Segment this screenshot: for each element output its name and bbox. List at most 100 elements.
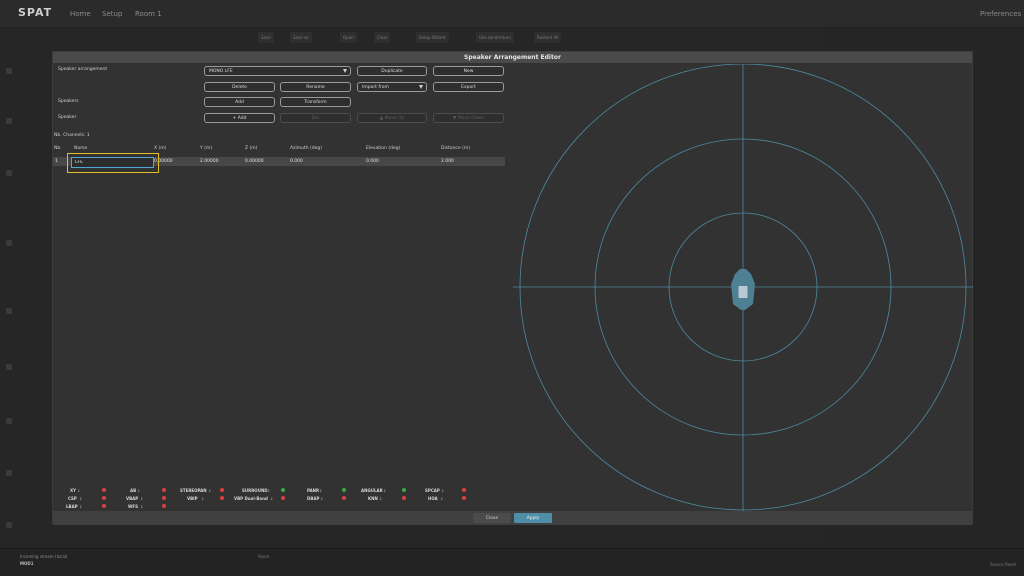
status-label-stereopan: STEREOPAN (180, 488, 207, 493)
delete-button[interactable]: Delete (204, 82, 275, 92)
status-dot-vbap (162, 496, 166, 500)
import-from-select[interactable]: Import from (357, 82, 427, 92)
nb-channels-label: Nb. Channels: 1 (54, 133, 90, 138)
delete-speaker-button[interactable]: Del (280, 113, 351, 123)
col-elevation: Elevation (deg) (366, 146, 401, 151)
status-dot-xy (102, 488, 106, 492)
status-dot-wfs (162, 504, 166, 508)
close-button[interactable]: Close (473, 513, 511, 523)
save-button[interactable]: Save (258, 32, 274, 43)
status-label-vbp-dual-band: VBP Dual-Band (234, 496, 268, 501)
add-speaker-button[interactable]: + Add (204, 113, 275, 123)
panel-icon (6, 170, 12, 176)
new-button[interactable]: New (433, 66, 504, 76)
dialog-title: Speaker Arrangement Editor (464, 54, 561, 61)
chevron-down-icon (343, 69, 347, 73)
status-label-lbap: LBAP (66, 504, 78, 509)
panel-icon (6, 240, 12, 246)
speaker-name-input[interactable] (71, 157, 154, 168)
status-label-csp: CSP (68, 496, 77, 501)
status-label-angular: ANGULAR (361, 488, 383, 493)
bottom-source-room: Source Room (990, 562, 1017, 567)
speaker-arrangement-label: Speaker arrangement (58, 67, 108, 72)
export-button[interactable]: Export (433, 82, 504, 92)
cell-nb: 1 (55, 159, 58, 164)
speaker-label: Speaker (58, 115, 77, 120)
background-status-bar (0, 548, 1024, 576)
background-toolbar: Save Save as Open Clear Setup Wizard Use… (250, 32, 580, 44)
speaker-arrangement-editor-dialog: Speaker Arrangement Editor Speaker arran… (52, 51, 973, 525)
col-name: Name (74, 146, 88, 151)
transform-button[interactable]: Transform (280, 97, 351, 107)
cell-y[interactable]: 2.00000 (200, 159, 219, 164)
bottom-status: Incoming stream (local) MOD1 (20, 554, 67, 566)
move-up-button[interactable]: ▲ Move Up (357, 113, 427, 123)
apply-button[interactable]: Apply (514, 513, 552, 523)
col-y: Y (m) (200, 146, 213, 151)
arrangement-select[interactable]: MONO LFE (204, 66, 351, 76)
name-cell-focus (67, 153, 159, 173)
status-label-vbip: VBIP (187, 496, 198, 501)
add-button[interactable]: Add (204, 97, 275, 107)
status-dot-vbp-dual-band (281, 496, 285, 500)
preferences-link[interactable]: Preferences (980, 10, 1021, 18)
status-label-ab: AB (130, 488, 137, 493)
nav-room[interactable]: Room 1 (135, 10, 162, 18)
status-label-xy: XY (70, 488, 76, 493)
status-dot-ab (162, 488, 166, 492)
move-down-button[interactable]: ▼ Move Down (433, 113, 504, 123)
status-dot-vbip (220, 496, 224, 500)
setup-wizard-button[interactable]: Setup Wizard (416, 32, 449, 43)
cell-elevation[interactable]: 0.000 (366, 159, 379, 164)
incoming-stream-label: Incoming stream (local) (20, 554, 68, 559)
restore-all-button[interactable]: Restore All (534, 32, 562, 43)
use-send-return-button[interactable]: Use send/return (476, 32, 514, 43)
col-distance: Distance (m) (441, 146, 471, 151)
panel-icon (6, 418, 12, 424)
status-dot-dbap (342, 496, 346, 500)
col-nb: Nb. (54, 146, 62, 151)
status-dot-angular (402, 488, 406, 492)
duplicate-button[interactable]: Duplicate (357, 66, 427, 76)
panel-icon (6, 364, 12, 370)
status-label-knn: KNN (368, 496, 378, 501)
status-dot-lbap (102, 504, 106, 508)
panning-status-grid: XY: AB: STEREOPAN: SURROUND: PANR: ANGUL… (53, 487, 505, 511)
status-label-panr: PANR (307, 488, 320, 493)
col-z: Z (m) (245, 146, 258, 151)
panel-icon (6, 68, 12, 74)
speakers-label: Speakers (58, 99, 79, 104)
rename-button[interactable]: Rename (280, 82, 351, 92)
clear-button[interactable]: Clear (374, 32, 391, 43)
cell-z[interactable]: 0.00000 (245, 159, 264, 164)
status-label-dbap: DBAP (307, 496, 320, 501)
dialog-footer: Close Apply (53, 511, 972, 525)
status-dot-knn (402, 496, 406, 500)
incoming-stream-value: MOD1 (20, 561, 34, 566)
status-label-wfs: WFS (128, 504, 139, 509)
col-azimuth: Azimuth (deg) (290, 146, 322, 151)
spat-logo: SPAT (18, 6, 53, 19)
dialog-titlebar: Speaker Arrangement Editor (53, 52, 972, 63)
col-x: X (m) (154, 146, 167, 151)
bottom-room-label: Room (258, 554, 270, 559)
nav-home[interactable]: Home (70, 10, 91, 18)
panel-icon (6, 118, 12, 124)
cell-distance[interactable]: 2.000 (441, 159, 454, 164)
open-button[interactable]: Open (340, 32, 357, 43)
chevron-down-icon (419, 85, 423, 89)
nav-setup[interactable]: Setup (102, 10, 122, 18)
cell-azimuth[interactable]: 0.000 (290, 159, 303, 164)
speaker-layout-view[interactable] (513, 64, 973, 511)
status-label-spcap: SPCAP (425, 488, 440, 493)
app-topbar: SPAT Home Setup Room 1 Preferences (0, 0, 1024, 28)
import-from-value: Import from (362, 84, 389, 90)
save-as-button[interactable]: Save as (290, 32, 312, 43)
panel-icon (6, 470, 12, 476)
status-dot-panr (342, 488, 346, 492)
panel-icon (6, 522, 12, 528)
background-left-panel (0, 50, 52, 530)
status-label-surround: SURROUND (242, 488, 268, 493)
status-label-vbap: VBAP (126, 496, 139, 501)
arrangement-select-value: MONO LFE (209, 68, 233, 74)
